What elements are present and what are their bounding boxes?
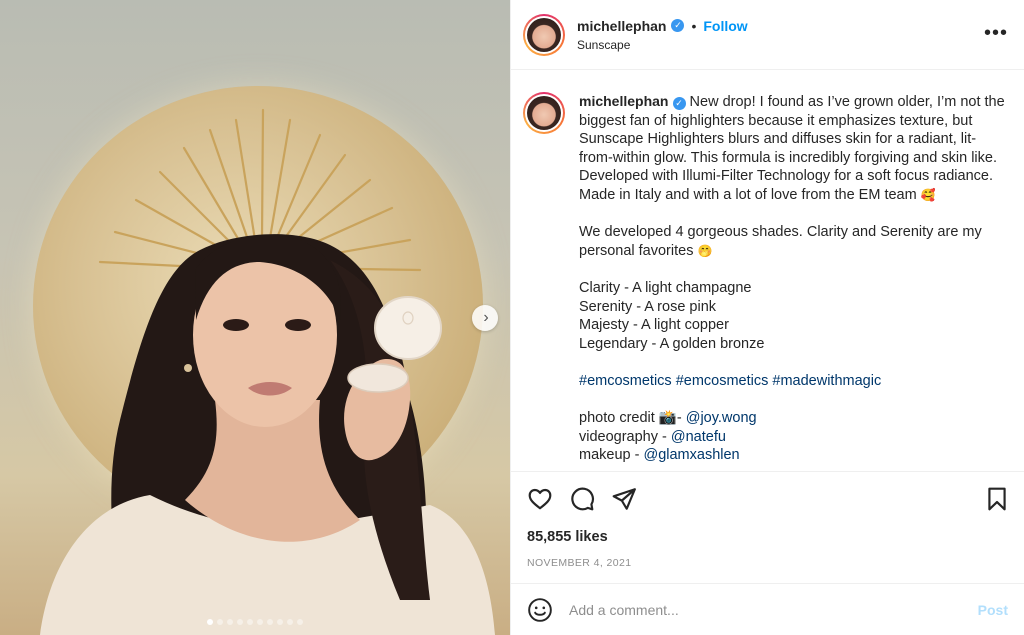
- instagram-post: › michellephan ✓ • Follow Sunscape ••• m…: [0, 0, 1024, 635]
- verified-badge-icon: ✓: [671, 19, 685, 32]
- hand-over-mouth-emoji: 🤭: [697, 243, 713, 258]
- action-bar: [511, 471, 1024, 525]
- credit-line: makeup - @glamxashlen: [579, 446, 1008, 465]
- mention-link[interactable]: @natefu: [671, 429, 726, 445]
- carousel-dot: [237, 619, 243, 625]
- post-image[interactable]: ›: [0, 0, 510, 635]
- hashtag-link[interactable]: #emcosmetics: [676, 373, 769, 389]
- more-options-icon[interactable]: •••: [984, 22, 1008, 45]
- comment-bar: Post: [511, 583, 1024, 635]
- carousel-dot: [297, 619, 303, 625]
- comment-input[interactable]: [569, 601, 978, 618]
- carousel-dot: [247, 619, 253, 625]
- post-comment-button[interactable]: Post: [978, 602, 1008, 618]
- shades-intro: We developed 4 gorgeous shades. Clarity …: [579, 224, 982, 259]
- shade-item: Serenity - A rose pink: [579, 298, 717, 315]
- carousel-dot: [277, 619, 283, 625]
- carousel-next-button[interactable]: ›: [472, 305, 498, 331]
- credit-label: videography -: [579, 428, 667, 445]
- mention-link[interactable]: @glamxashlen: [643, 447, 739, 463]
- carousel-dot: [287, 619, 293, 625]
- shade-item: Legendary - A golden bronze: [579, 335, 765, 352]
- caption-intro: New drop! I found as I’ve grown older, I…: [579, 94, 1005, 203]
- post-sidebar: michellephan ✓ • Follow Sunscape ••• mic…: [510, 0, 1024, 635]
- caption-username-link[interactable]: michellephan: [579, 93, 668, 109]
- credit-label: makeup -: [579, 447, 640, 464]
- hashtag-link[interactable]: #emcosmetics: [579, 373, 672, 389]
- comment-bubble-icon[interactable]: [569, 486, 595, 512]
- hashtag-link[interactable]: #madewithmagic: [772, 373, 881, 389]
- verified-badge-icon: ✓: [672, 96, 686, 110]
- carousel-dot: [267, 619, 273, 625]
- paper-plane-icon[interactable]: [611, 486, 637, 512]
- post-date[interactable]: NOVEMBER 4, 2021: [511, 549, 1024, 583]
- carousel-dot: [207, 619, 213, 625]
- credit-line: videography - @natefu: [579, 428, 1008, 447]
- chevron-right-icon: ›: [483, 309, 489, 326]
- smiling-hearts-emoji: 🥰: [920, 187, 936, 202]
- username-link[interactable]: michellephan: [577, 18, 666, 34]
- avatar[interactable]: [523, 13, 565, 56]
- portrait-scene: [40, 108, 495, 635]
- shade-item: Clarity - A light champagne: [579, 279, 752, 296]
- mention-link[interactable]: @joy.wong: [686, 410, 757, 426]
- heart-icon[interactable]: [527, 486, 553, 512]
- shade-item: Majesty - A light copper: [579, 317, 729, 334]
- carousel-dot: [217, 619, 223, 625]
- post-header: michellephan ✓ • Follow Sunscape •••: [511, 0, 1024, 70]
- likes-count[interactable]: 85,855 likes: [511, 525, 1024, 549]
- credit-line: photo credit 📸- @joy.wong: [579, 409, 1008, 428]
- carousel-dot: [227, 619, 233, 625]
- hashtags: #emcosmetics #emcosmetics #madewithmagic: [579, 372, 1008, 391]
- credit-label: photo credit 📸-: [579, 410, 682, 427]
- location-link[interactable]: Sunscape: [577, 38, 748, 52]
- follow-button[interactable]: Follow: [703, 18, 747, 34]
- smiley-face-icon[interactable]: [527, 597, 553, 623]
- separator: •: [691, 17, 697, 34]
- carousel-dots: [0, 619, 510, 625]
- caption-section: michellephan ✓ New drop! I found as I’ve…: [511, 70, 1024, 471]
- carousel-dot: [257, 619, 263, 625]
- bookmark-icon[interactable]: [984, 486, 1010, 512]
- caption-text: michellephan ✓ New drop! I found as I’ve…: [579, 92, 1008, 471]
- caption-avatar[interactable]: [523, 92, 565, 134]
